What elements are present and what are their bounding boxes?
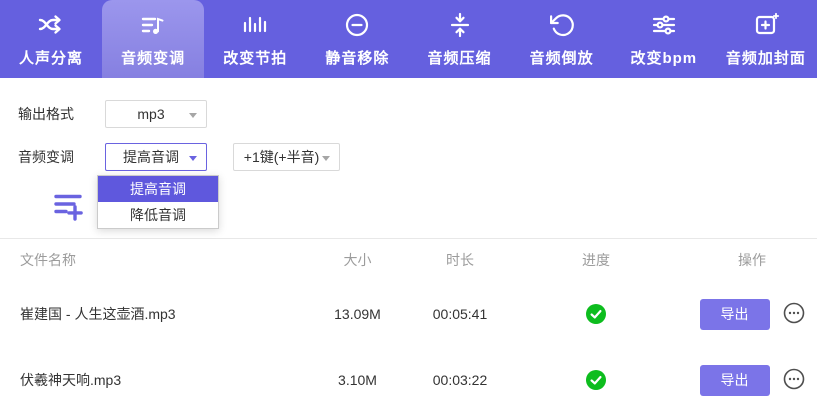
- tab-change-bpm[interactable]: 改变bpm: [613, 0, 715, 78]
- table-header-row: 文件名称 大小 时长 进度 操作: [0, 239, 817, 281]
- tab-audio-compress[interactable]: 音频压缩: [409, 0, 511, 78]
- file-name: 伏羲神天响.mp3: [0, 370, 300, 390]
- check-circle-icon: [586, 370, 606, 390]
- export-button[interactable]: 导出: [700, 299, 770, 330]
- pitch-direction-menu: 提高音调 降低音调: [97, 175, 219, 229]
- check-circle-icon: [586, 304, 606, 324]
- add-files-icon: [52, 190, 86, 229]
- header-progress: 进度: [505, 250, 687, 270]
- tab-add-cover[interactable]: 音频加封面: [715, 0, 817, 78]
- ellipsis-circle-icon: [783, 302, 805, 327]
- toolbar-tabs: 人声分离 音频变调: [0, 0, 817, 78]
- pitch-direction-select[interactable]: 提高音调: [105, 143, 207, 171]
- sliders-icon: [649, 10, 679, 40]
- tab-silence-removal[interactable]: 静音移除: [306, 0, 408, 78]
- file-name: 崔建国 - 人生这壶酒.mp3: [0, 304, 300, 324]
- chevron-down-icon: [189, 156, 197, 161]
- more-options-button[interactable]: [783, 303, 805, 325]
- tab-label: 改变bpm: [630, 47, 697, 68]
- audio-tool-app: 人声分离 音频变调: [0, 0, 817, 408]
- header-size: 大小: [300, 250, 415, 270]
- action-cell: 导出: [687, 299, 817, 330]
- compress-icon: [445, 10, 475, 40]
- tab-audio-reverse[interactable]: 音频倒放: [511, 0, 613, 78]
- file-duration: 00:03:22: [415, 372, 505, 388]
- tab-label: 音频倒放: [530, 47, 594, 68]
- more-options-button[interactable]: [783, 369, 805, 391]
- output-format-value: mp3: [137, 106, 174, 122]
- header-action: 操作: [687, 250, 817, 270]
- output-format-select[interactable]: mp3: [105, 100, 207, 128]
- add-cover-icon: [751, 10, 781, 40]
- table-row: 伏羲神天响.mp3 3.10M 00:03:22 导出: [0, 347, 817, 408]
- tab-label: 静音移除: [325, 47, 389, 68]
- pitch-amount-value: +1键(+半音): [244, 147, 329, 167]
- output-format-row: 输出格式 mp3: [18, 100, 207, 128]
- pitch-label: 音频变调: [18, 147, 105, 167]
- tab-audio-pitch[interactable]: 音频变调: [102, 0, 204, 78]
- tab-label: 音频加封面: [726, 47, 806, 68]
- export-button[interactable]: 导出: [700, 365, 770, 396]
- file-size: 13.09M: [300, 306, 415, 322]
- file-size: 3.10M: [300, 372, 415, 388]
- chevron-down-icon: [189, 113, 197, 118]
- progress-cell: [505, 370, 687, 390]
- action-cell: 导出: [687, 365, 817, 396]
- pitch-row: 音频变调 提高音调 +1键(+半音): [18, 143, 340, 171]
- minus-circle-icon: [342, 10, 372, 40]
- equalizer-bars-icon: [240, 10, 270, 40]
- tab-label: 音频压缩: [428, 47, 492, 68]
- menu-option-raise-pitch[interactable]: 提高音调: [98, 176, 218, 202]
- pitch-direction-value: 提高音调: [123, 147, 189, 167]
- header-file-name: 文件名称: [0, 250, 300, 270]
- shuffle-icon: [36, 10, 66, 40]
- chevron-down-icon: [322, 156, 330, 161]
- table-row: 崔建国 - 人生这壶酒.mp3 13.09M 00:05:41 导出: [0, 281, 817, 347]
- tab-label: 音频变调: [121, 47, 185, 68]
- file-duration: 00:05:41: [415, 306, 505, 322]
- file-table: 文件名称 大小 时长 进度 操作 崔建国 - 人生这壶酒.mp3 13.09M …: [0, 239, 817, 408]
- menu-option-lower-pitch[interactable]: 降低音调: [98, 202, 218, 228]
- pitch-amount-select[interactable]: +1键(+半音): [233, 143, 340, 171]
- header-duration: 时长: [415, 250, 505, 270]
- add-files-button[interactable]: [52, 192, 86, 226]
- rotate-ccw-icon: [547, 10, 577, 40]
- ellipsis-circle-icon: [783, 368, 805, 393]
- output-format-label: 输出格式: [18, 104, 105, 124]
- progress-cell: [505, 304, 687, 324]
- tab-change-tempo[interactable]: 改变节拍: [204, 0, 306, 78]
- tab-label: 人声分离: [19, 47, 83, 68]
- tab-vocal-separation[interactable]: 人声分离: [0, 0, 102, 78]
- tab-label: 改变节拍: [223, 47, 287, 68]
- music-note-list-icon: [138, 10, 168, 40]
